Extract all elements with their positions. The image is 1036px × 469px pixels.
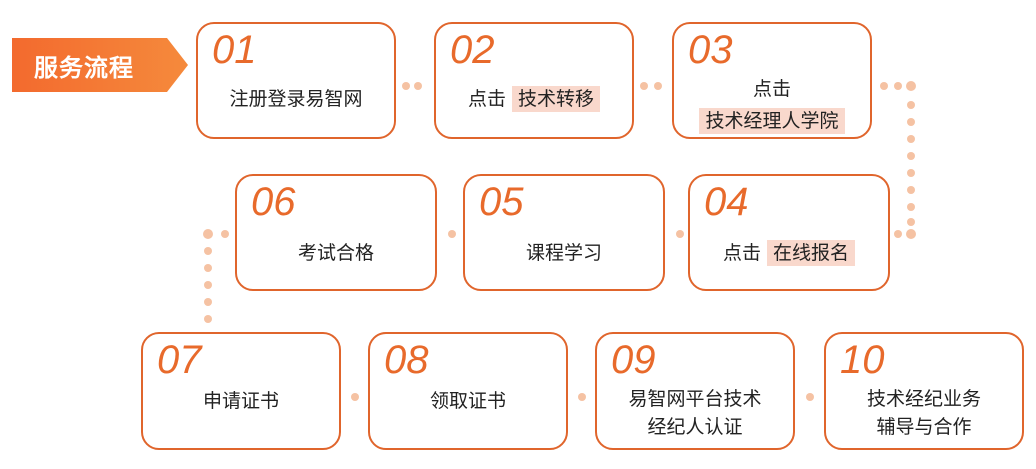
step-label-line1: 技术经纪业务	[866, 388, 981, 410]
connector-dot	[806, 393, 814, 401]
step-06: 06 考试合格	[235, 174, 437, 291]
connector-dot	[203, 229, 213, 239]
step-label: 点击 技术转移	[436, 86, 632, 112]
step-label-highlight: 在线报名	[767, 240, 856, 266]
connector-dot	[894, 230, 902, 238]
connector-dot	[880, 82, 888, 90]
step-label: 点击 在线报名	[690, 240, 888, 266]
connector-dot	[578, 393, 586, 401]
connector-dot	[204, 281, 212, 289]
step-08: 08 领取证书	[368, 332, 568, 450]
step-label-line1: 点击	[752, 78, 791, 100]
service-flow-badge: 服务流程	[12, 38, 188, 92]
step-number: 06	[251, 180, 296, 224]
connector-dot	[402, 82, 410, 90]
connector-dot	[907, 218, 915, 226]
step-label-line2: 技术经理人学院	[674, 108, 870, 134]
step-10: 10 技术经纪业务 辅导与合作	[824, 332, 1024, 450]
connector-dot	[907, 135, 915, 143]
step-number: 09	[611, 338, 656, 382]
step-label-prefix: 点击	[722, 242, 761, 264]
step-number: 02	[450, 28, 495, 72]
connector-dot	[907, 169, 915, 177]
step-05: 05 课程学习	[463, 174, 665, 291]
connector-dot	[907, 186, 915, 194]
connector-dot	[907, 152, 915, 160]
connector-dot	[448, 230, 456, 238]
connector-dot	[640, 82, 648, 90]
connector-dot	[204, 298, 212, 306]
step-label: 课程学习	[525, 242, 602, 264]
connector-dot	[906, 229, 916, 239]
step-07: 07 申请证书	[141, 332, 341, 450]
step-number: 08	[384, 338, 429, 382]
step-04: 04 点击 在线报名	[688, 174, 890, 291]
step-label: 领取证书	[429, 390, 506, 412]
connector-dot	[907, 203, 915, 211]
step-number: 03	[688, 28, 733, 72]
step-label-line2: 经纪人认证	[647, 416, 743, 438]
step-label-line1: 易智网平台技术	[628, 388, 762, 410]
step-number: 10	[840, 338, 885, 382]
connector-dot	[654, 82, 662, 90]
connector-dot	[907, 118, 915, 126]
step-03: 03 点击 技术经理人学院	[672, 22, 872, 139]
step-label: 注册登录易智网	[229, 88, 363, 110]
step-label: 考试合格	[297, 242, 374, 264]
step-label-prefix: 点击	[467, 88, 506, 110]
step-label-highlight: 技术经理人学院	[699, 108, 845, 134]
connector-dot	[204, 247, 212, 255]
step-01: 01 注册登录易智网	[196, 22, 396, 139]
step-number: 07	[157, 338, 202, 382]
step-number: 05	[479, 180, 524, 224]
step-number: 04	[704, 180, 749, 224]
connector-dot	[906, 81, 916, 91]
connector-dot	[204, 315, 212, 323]
connector-dot	[221, 230, 229, 238]
badge-title: 服务流程	[34, 53, 134, 82]
connector-dot	[894, 82, 902, 90]
connector-dot	[676, 230, 684, 238]
step-02: 02 点击 技术转移	[434, 22, 634, 139]
connector-dot	[351, 393, 359, 401]
step-label-highlight: 技术转移	[512, 86, 601, 112]
connector-dot	[414, 82, 422, 90]
step-label: 申请证书	[202, 390, 279, 412]
step-09: 09 易智网平台技术 经纪人认证	[595, 332, 795, 450]
step-number: 01	[212, 28, 257, 72]
step-label-line2: 辅导与合作	[876, 416, 972, 438]
connector-dot	[204, 264, 212, 272]
connector-dot	[907, 101, 915, 109]
